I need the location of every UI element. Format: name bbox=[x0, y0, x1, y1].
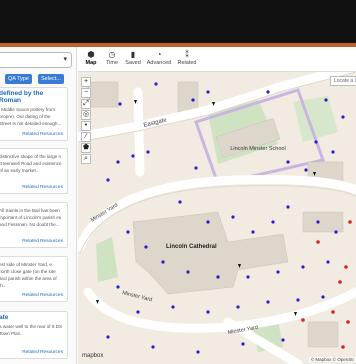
result-card[interactable]: defined by the Roman l Middle Saxon pott… bbox=[0, 87, 68, 141]
tab-related[interactable]: ⁑ Related bbox=[174, 50, 200, 66]
street-label-minster-yard-south: Minster Yard bbox=[122, 290, 153, 303]
chevron-down-icon: ▾ bbox=[63, 56, 67, 63]
green-area bbox=[96, 237, 118, 282]
map-canvas[interactable]: Eastgate Lincoln Minster School Minster … bbox=[78, 72, 356, 364]
select-dropdown[interactable]: Select... bbox=[38, 74, 64, 84]
mapbox-logo: mapbox bbox=[82, 353, 104, 359]
map-controls: + − ⤢ ◎ • ∕ ⬟ ⌕ bbox=[81, 77, 91, 165]
map-search-icon[interactable]: ⌕ bbox=[81, 154, 91, 164]
related-resources-link[interactable]: Related Resources bbox=[22, 185, 63, 190]
related-resources-link[interactable]: Related Resources bbox=[22, 293, 63, 298]
result-body: est side of Minster Yard, e north close … bbox=[0, 262, 57, 288]
zoom-in-button[interactable]: + bbox=[81, 77, 91, 87]
draw-polygon-icon[interactable]: ⬟ bbox=[81, 143, 91, 153]
search-select[interactable]: ▾ bbox=[0, 52, 72, 68]
result-title: defined by the Roman bbox=[0, 90, 44, 104]
tab-saved[interactable]: ▮ Saved bbox=[120, 50, 146, 66]
tab-advanced[interactable]: ◔ Advanced bbox=[146, 50, 172, 66]
result-title: ate bbox=[0, 314, 9, 321]
result-body: All Saints in the Bail has been mportant… bbox=[0, 208, 62, 227]
place-label-cathedral: Lincoln Cathedral bbox=[166, 244, 217, 250]
result-card[interactable]: distinctive shape of the large n Greenwe… bbox=[0, 148, 68, 194]
gauge-icon: ◔ bbox=[156, 50, 162, 59]
top-header-bar bbox=[0, 0, 356, 47]
map-toolbar: ⬢ Map ◷ Time ▮ Saved ◔ Advanced ⁑ Relate… bbox=[78, 47, 356, 72]
locate-search-input[interactable]: Locate a l bbox=[330, 76, 356, 86]
draw-line-icon[interactable]: ∕ bbox=[81, 132, 91, 142]
result-body: a water well to the rear of 6 DS Town Pl… bbox=[0, 324, 63, 336]
sidebar: ▾ QA Type Select... defined by the Roman… bbox=[0, 47, 77, 364]
zoom-out-button[interactable]: − bbox=[81, 88, 91, 98]
map-attribution[interactable]: © Mapbox © OpenStr bbox=[308, 357, 356, 362]
qa-type-dropdown[interactable]: QA Type bbox=[5, 74, 32, 84]
related-resources-link[interactable]: Related Resources bbox=[22, 239, 63, 244]
geolocate-icon[interactable]: ◎ bbox=[81, 110, 91, 120]
related-icon: ⁑ bbox=[185, 50, 189, 59]
related-resources-link[interactable]: Related Resources bbox=[22, 132, 63, 137]
place-label-school: Lincoln Minster School bbox=[230, 146, 285, 152]
result-body: l Middle Saxon pottery from propre). Our… bbox=[0, 107, 62, 126]
related-resources-link[interactable]: Related Resources bbox=[22, 350, 63, 355]
result-body: distinctive shape of the large n Greenwe… bbox=[0, 154, 62, 173]
fullscreen-icon[interactable]: ⤢ bbox=[81, 99, 91, 109]
result-card[interactable]: ate a water well to the rear of 6 DS Tow… bbox=[0, 311, 68, 359]
bookmark-icon: ▮ bbox=[130, 50, 136, 59]
draw-point-icon[interactable]: • bbox=[81, 121, 91, 131]
result-card[interactable]: All Saints in the Bail has been mportant… bbox=[0, 202, 68, 248]
map-svg: Eastgate Lincoln Minster School Minster … bbox=[78, 72, 356, 364]
result-card[interactable]: est side of Minster Yard, e north close … bbox=[0, 256, 68, 302]
